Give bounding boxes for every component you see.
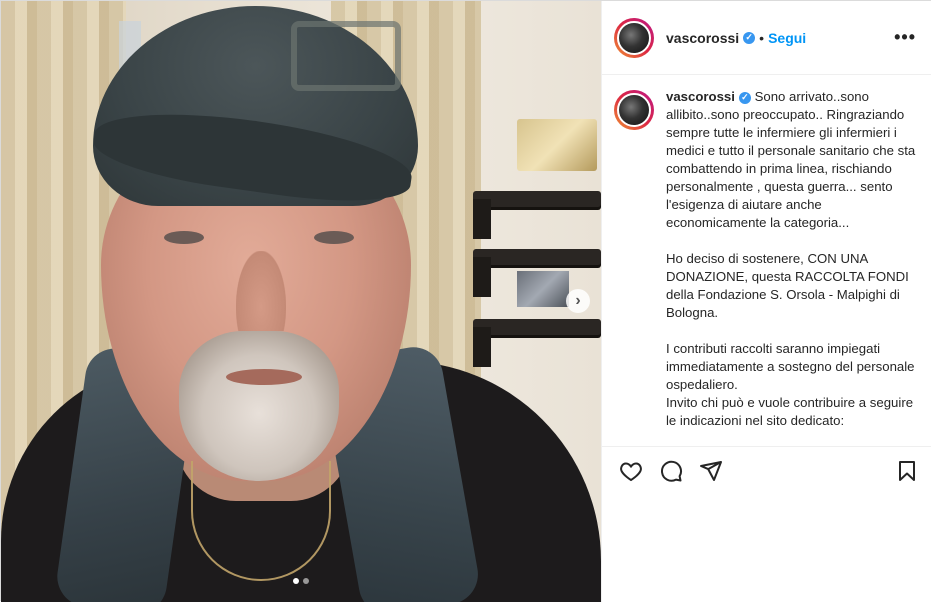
- paper-plane-icon[interactable]: [698, 458, 724, 484]
- header-username[interactable]: vascorossi: [666, 30, 739, 46]
- nose: [236, 251, 286, 331]
- carousel-dot: [303, 578, 309, 584]
- caption-row: vascorossi ✓ Sono arrivato..sono allibito…: [614, 88, 916, 430]
- bookmark-icon[interactable]: [894, 458, 920, 484]
- action-bar: [602, 446, 931, 494]
- avatar-image: [617, 93, 651, 127]
- post-header: vascorossi ✓ • Segui •••: [602, 1, 931, 75]
- eye-right: [314, 231, 354, 244]
- eye-left: [164, 231, 204, 244]
- chevron-right-icon[interactable]: ›: [566, 289, 590, 313]
- caption-paragraph-3: I contributi raccolti saranno impiegati …: [666, 341, 915, 428]
- post-media[interactable]: ›: [1, 1, 601, 602]
- carousel-indicator: [1, 578, 601, 584]
- verified-badge-icon: ✓: [743, 31, 756, 44]
- mouth: [226, 369, 302, 385]
- verified-badge-icon: ✓: [738, 91, 751, 104]
- comments-section[interactable]: vascorossi ✓ Sono arrivato..sono allibito…: [602, 76, 931, 446]
- carousel-dot-active: [293, 578, 299, 584]
- avatar-image: [617, 20, 651, 55]
- caption-username[interactable]: vascorossi: [666, 89, 735, 104]
- caption-paragraph-2: Ho deciso di sostenere, CON UNA DONAZION…: [666, 251, 913, 320]
- beard: [179, 331, 339, 481]
- caption-avatar[interactable]: [614, 90, 654, 130]
- separator-dot: •: [759, 29, 765, 46]
- instagram-post: › vascorossi ✓ • Segui ••• vascorossi ✓ S…: [0, 0, 931, 602]
- cap-logo: [291, 21, 401, 91]
- person: [1, 1, 601, 602]
- heart-icon[interactable]: [618, 458, 644, 484]
- follow-button[interactable]: Segui: [768, 30, 806, 46]
- caption-paragraph-1: Sono arrivato..sono allibito..sono preoc…: [666, 89, 919, 230]
- caption-text: vascorossi ✓ Sono arrivato..sono allibito…: [666, 88, 916, 430]
- avatar[interactable]: [614, 17, 654, 58]
- comment-icon[interactable]: [658, 458, 684, 484]
- post-sidebar: vascorossi ✓ • Segui ••• vascorossi ✓ Son…: [601, 1, 931, 602]
- more-options-icon[interactable]: •••: [894, 27, 916, 48]
